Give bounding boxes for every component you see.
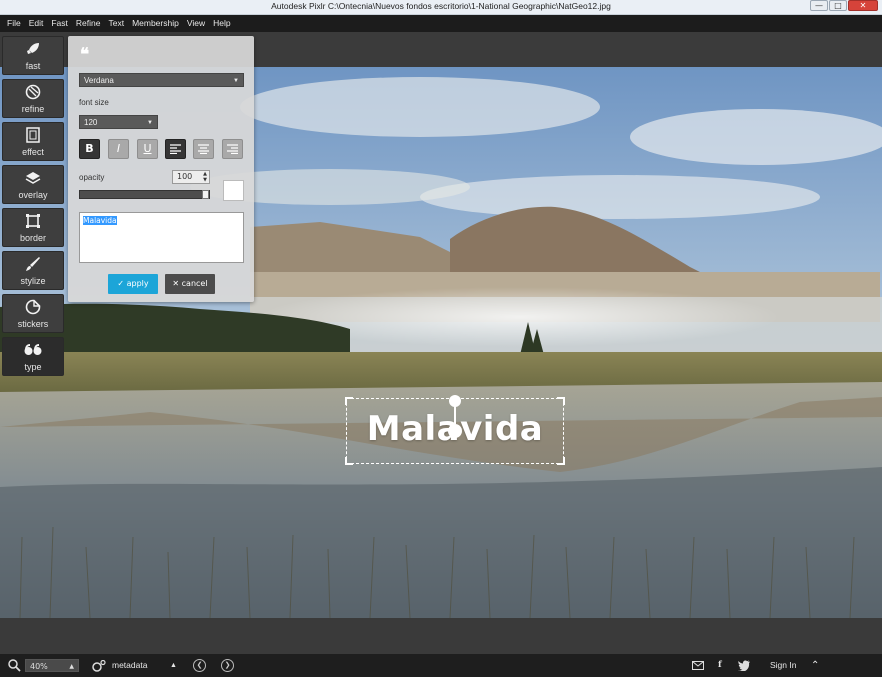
- opacity-label: opacity: [79, 173, 105, 182]
- aperture-icon: [3, 83, 63, 101]
- menu-refine[interactable]: Refine: [72, 15, 105, 32]
- tool-label: overlay: [18, 190, 48, 200]
- brush-icon: [3, 255, 63, 273]
- tool-label: border: [19, 233, 46, 243]
- opacity-slider-thumb[interactable]: [202, 190, 209, 199]
- tool-overlay[interactable]: overlay: [2, 165, 64, 204]
- type-panel: ❝ Verdana ▼ font size 120 ▼ B I U opacit…: [68, 36, 254, 302]
- font-size-label: font size: [79, 98, 109, 107]
- corner-handle-tr[interactable]: [557, 397, 565, 405]
- text-input-selection: Malavida: [83, 216, 117, 225]
- chevron-down-icon: ▼: [147, 120, 153, 126]
- underline-button[interactable]: U: [137, 139, 158, 159]
- next-icon[interactable]: ❯: [221, 659, 234, 672]
- menu-membership[interactable]: Membership: [128, 15, 183, 32]
- opacity-stepper[interactable]: 100 ▲ ▼: [172, 170, 210, 184]
- align-left-button[interactable]: [165, 139, 186, 159]
- tool-effect[interactable]: effect: [2, 122, 64, 161]
- corner-handle-tl[interactable]: [345, 397, 353, 405]
- chevron-up-icon[interactable]: ⌃: [811, 654, 819, 677]
- tool-fast[interactable]: fast: [2, 36, 64, 75]
- chevron-up-icon: ▲: [69, 663, 74, 670]
- rocket-icon: [3, 40, 63, 58]
- apply-button[interactable]: ✓ apply: [108, 274, 158, 294]
- metadata-toggle-icon[interactable]: ▲: [170, 654, 177, 677]
- window-controls: — □ ✕: [810, 0, 878, 11]
- stepper-arrows-icon[interactable]: ▲ ▼: [203, 171, 207, 183]
- frame-icon: [3, 212, 63, 230]
- previous-icon[interactable]: ❮: [193, 659, 206, 672]
- chevron-down-icon: ▼: [233, 78, 239, 84]
- tool-label: effect: [22, 147, 44, 157]
- bold-button[interactable]: B: [79, 139, 100, 159]
- tool-type[interactable]: type: [2, 337, 64, 376]
- facebook-icon[interactable]: f: [718, 654, 722, 677]
- tool-label: fast: [25, 61, 41, 71]
- menu-file[interactable]: File: [3, 15, 25, 32]
- font-size-select[interactable]: 120 ▼: [79, 115, 158, 129]
- tool-stylize[interactable]: stylize: [2, 251, 64, 290]
- close-icon: ✕: [172, 279, 182, 288]
- cancel-button[interactable]: ✕ cancel: [165, 274, 215, 294]
- tool-label: stylize: [20, 276, 46, 286]
- mail-icon[interactable]: [692, 661, 704, 670]
- menu-edit[interactable]: Edit: [25, 15, 48, 32]
- window-titlebar: Autodesk Pixlr C:\Ontecnia\Nuevos fondos…: [0, 0, 882, 15]
- status-bar: 40% ▲ metadata ▲ ❮ ❯ f Sign In ⌃: [0, 654, 882, 677]
- layers-icon: [3, 169, 63, 187]
- window-title: Autodesk Pixlr C:\Ontecnia\Nuevos fondos…: [271, 1, 611, 11]
- rotate-handle-stem: [454, 406, 456, 424]
- tool-label: refine: [21, 104, 45, 114]
- menu-help[interactable]: Help: [209, 15, 234, 32]
- font-select[interactable]: Verdana ▼: [79, 73, 244, 87]
- tool-refine[interactable]: refine: [2, 79, 64, 118]
- menu-bar: File Edit Fast Refine Text Membership Vi…: [0, 15, 882, 32]
- menu-fast[interactable]: Fast: [47, 15, 72, 32]
- tool-label: type: [24, 362, 42, 372]
- cancel-label: cancel: [181, 279, 208, 288]
- tool-sidebar: fast refine effect overlay border styliz…: [2, 36, 66, 380]
- menu-view[interactable]: View: [183, 15, 209, 32]
- zoom-icon[interactable]: [8, 659, 21, 672]
- film-icon: [3, 126, 63, 144]
- type-panel-quote-icon: ❝: [80, 45, 90, 65]
- twitter-icon[interactable]: [738, 660, 750, 671]
- align-left-icon: [170, 144, 181, 155]
- maximize-button[interactable]: □: [829, 0, 847, 11]
- metadata-icon[interactable]: [92, 660, 106, 672]
- sign-in-button[interactable]: Sign In: [770, 654, 796, 677]
- italic-button[interactable]: I: [108, 139, 129, 159]
- canvas-gutter: [0, 618, 882, 654]
- zoom-value: 40%: [30, 662, 48, 671]
- quote-icon: [3, 341, 63, 359]
- sticker-icon: [3, 298, 63, 316]
- apply-label: apply: [126, 279, 149, 288]
- align-center-icon: [198, 144, 209, 155]
- menu-text[interactable]: Text: [104, 15, 128, 32]
- tool-border[interactable]: border: [2, 208, 64, 247]
- corner-handle-bl[interactable]: [345, 457, 353, 465]
- metadata-label[interactable]: metadata: [112, 654, 147, 677]
- font-select-value: Verdana: [84, 76, 114, 85]
- align-right-icon: [227, 144, 238, 155]
- move-handle[interactable]: [448, 424, 462, 438]
- text-color-swatch[interactable]: [223, 180, 244, 201]
- zoom-select[interactable]: 40% ▲: [25, 659, 79, 672]
- corner-handle-br[interactable]: [557, 457, 565, 465]
- tool-stickers[interactable]: stickers: [2, 294, 64, 333]
- align-right-button[interactable]: [222, 139, 243, 159]
- close-button[interactable]: ✕: [848, 0, 878, 11]
- font-size-value: 120: [84, 118, 98, 127]
- text-input[interactable]: Malavida: [79, 212, 244, 263]
- opacity-value: 100: [177, 172, 193, 181]
- check-icon: ✓: [117, 279, 127, 288]
- minimize-button[interactable]: —: [810, 0, 828, 11]
- tool-label: stickers: [17, 319, 49, 329]
- align-center-button[interactable]: [193, 139, 214, 159]
- opacity-slider[interactable]: [79, 190, 210, 199]
